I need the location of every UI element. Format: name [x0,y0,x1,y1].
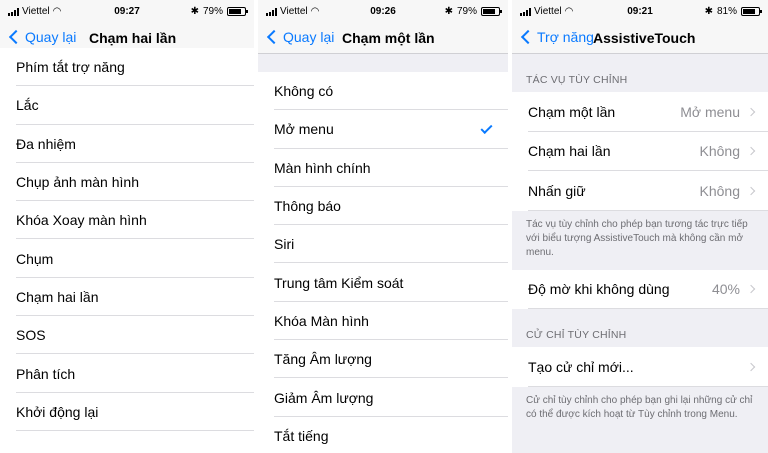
custom-gestures-list: Tạo cử chỉ mới... [512,347,768,387]
list-item-label: Đa nhiệm [16,135,76,152]
chevron-left-icon [520,29,536,45]
row-value: 40% [711,281,740,298]
option-label: Siri [274,236,295,253]
screen-single-tap: Viettel ◠ 09:26 ✱ 79% Quay lại Chạm một lầ… [258,0,508,453]
option-label: Không có [274,83,334,100]
list-item[interactable]: Lắc [0,86,254,125]
option-label: Mở menu [274,121,334,138]
option-label: Giảm Âm lượng [274,389,374,406]
option-label: Tăng Âm lượng [274,351,372,368]
row-value: Mở menu [680,103,740,120]
list-item-label: Chụm [16,250,54,267]
nav-bar: Trợ năng AssistiveTouch [512,24,768,54]
battery-percent: 79% [456,6,477,17]
option-item[interactable]: Giảm Âm lượng [258,378,508,417]
page-title: Chạm hai lần [89,30,177,46]
option-label: Màn hình chính [274,159,371,176]
option-item[interactable]: Tắt tiếng [258,416,508,453]
list-item-label: Phím tắt trợ năng [16,59,125,76]
option-item[interactable]: Khóa Màn hình [258,301,508,341]
battery-icon [481,7,502,16]
option-item[interactable]: Màn hình chính [258,148,508,188]
section-footer: Cử chỉ tùy chỉnh cho phép bạn ghi lại nh… [526,394,753,420]
chevron-right-icon [746,186,756,195]
double-tap-row[interactable]: Chạm hai lần Không [512,131,768,171]
back-button[interactable]: Trợ năng [520,29,594,45]
chevron-right-icon [746,362,756,371]
chevron-right-icon [746,107,756,116]
custom-actions-list: Chạm một lần Mở menu Chạm hai lần Không Nh… [512,92,768,211]
section-spacer [258,54,508,72]
back-button[interactable]: Quay lại [8,29,76,45]
list-item[interactable]: Khởi động lại [0,392,254,432]
long-press-row[interactable]: Nhấn giữ Không [512,171,768,211]
back-label: Trợ năng [537,29,594,45]
list-item[interactable]: Phím tắt trợ năng [0,48,254,87]
list-item-label: Chạm hai lần [16,288,99,305]
row-label: Tạo cử chỉ mới... [528,358,634,375]
nav-bar: Quay lại Chạm một lần [258,24,508,54]
option-list: Không có Mở menu Màn hình chính Thông bá… [258,72,508,453]
option-label: Khóa Màn hình [274,312,369,329]
screen-double-tap: Viettel ◠ 09:27 ✱ 79% Quay lại Chạm hai lầ… [0,0,254,453]
option-item[interactable]: Thông báo [258,186,508,226]
list-item-label: Khóa Xoay màn hình [16,212,147,229]
list-item-label: SOS [16,327,46,344]
option-label: Tắt tiếng [274,427,329,444]
option-item[interactable]: Trung tâm Kiểm soát [258,263,508,303]
list-item-label: Khởi động lại [16,403,99,420]
battery-percent: 79% [202,6,223,17]
option-item[interactable]: Không có [258,72,508,111]
row-value: Không [699,143,740,160]
option-item[interactable]: Tăng Âm lượng [258,340,508,379]
status-bar: Viettel ◠ 09:26 ✱ 79% [258,0,508,24]
option-label: Thông báo [274,198,341,215]
row-label: Nhấn giữ [528,182,586,199]
battery-icon [227,7,248,16]
checkmark-icon [480,121,493,134]
list-item-label: Phân tích [16,365,76,382]
create-gesture-row[interactable]: Tạo cử chỉ mới... [512,347,768,387]
list-item[interactable]: SOS [0,316,254,355]
row-label: Chạm hai lần [528,143,611,160]
status-bar: Viettel ◠ 09:27 ✱ 79% [0,0,254,24]
back-label: Quay lại [283,29,335,45]
chevron-right-icon [746,285,756,294]
option-item[interactable]: Siri [258,225,508,264]
row-label: Chạm một lần [528,103,616,120]
option-item-selected[interactable]: Mở menu [258,110,508,149]
section-footer: Tác vụ tùy chỉnh cho phép bạn tương tác … [526,218,748,258]
list-item-label: Lắc [16,97,39,114]
chevron-right-icon [746,147,756,156]
section-header: TÁC VỤ TÙY CHỈNH [526,74,628,86]
chevron-left-icon [8,29,24,45]
bluetooth-icon: ✱ [444,6,453,17]
page-title: Chạm một lần [342,30,435,46]
row-value: Không [699,182,740,199]
action-list: Phím tắt trợ năng Lắc Đa nhiệm Chụp ảnh … [0,48,254,432]
chevron-left-icon [266,29,282,45]
back-label: Quay lại [25,29,77,45]
battery-percent: 81% [716,6,737,17]
idle-opacity-row[interactable]: Độ mờ khi không dùng 40% [512,269,768,309]
battery-icon [741,7,762,16]
status-bar: Viettel ◠ 09:21 ✱ 81% [512,0,768,24]
list-item-label: Chụp ảnh màn hình [16,174,139,191]
list-item[interactable]: Phân tích [0,354,254,393]
screen-assistivetouch: Viettel ◠ 09:21 ✱ 81% Trợ năng AssistiveTo… [512,0,768,453]
page-title: AssistiveTouch [593,30,696,46]
list-item[interactable]: Chạm hai lần [0,277,254,317]
list-item[interactable]: Khóa Xoay màn hình [0,201,254,240]
bluetooth-icon: ✱ [704,6,713,17]
back-button[interactable]: Quay lại [266,29,334,45]
opacity-list: Độ mờ khi không dùng 40% [512,269,768,309]
list-item[interactable]: Chụp ảnh màn hình [0,162,254,202]
option-label: Trung tâm Kiểm soát [274,274,404,291]
section-header: CỬ CHỈ TÙY CHỈNH [526,329,627,341]
list-item[interactable]: Chụm [0,239,254,279]
single-tap-row[interactable]: Chạm một lần Mở menu [512,92,768,132]
list-item[interactable]: Đa nhiệm [0,124,254,164]
row-label: Độ mờ khi không dùng [528,281,670,298]
bluetooth-icon: ✱ [190,6,199,17]
